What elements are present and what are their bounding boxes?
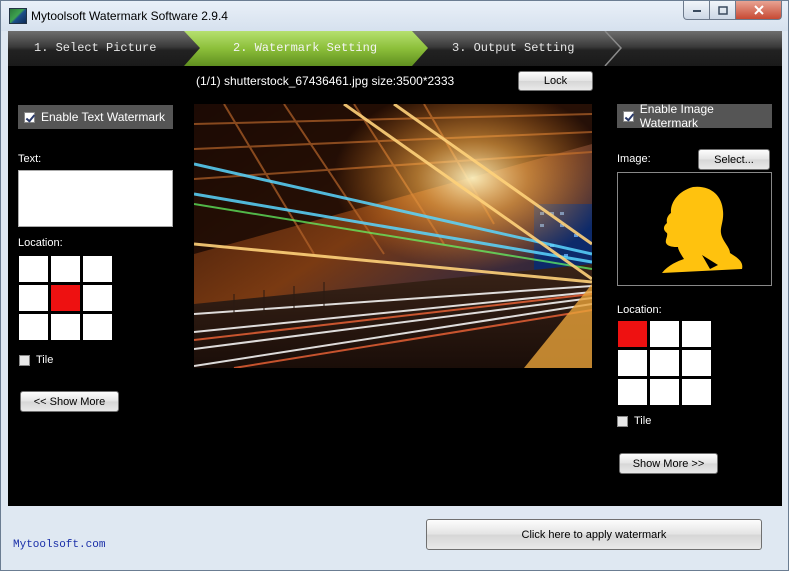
step-separator-icon (604, 31, 623, 66)
text-location-cell-6[interactable] (19, 314, 48, 340)
text-location-cell-8[interactable] (83, 314, 112, 340)
text-location-cell-2[interactable] (83, 256, 112, 282)
enable-text-watermark-checkbox[interactable]: Enable Text Watermark (18, 105, 173, 129)
step-bar: 1. Select Picture 2. Watermark Setting 3… (8, 31, 782, 66)
image-location-cell-4[interactable] (650, 350, 679, 376)
text-label: Text: (18, 153, 42, 165)
close-icon (753, 5, 764, 15)
select-image-button[interactable]: Select... (698, 149, 770, 170)
image-location-cell-8[interactable] (682, 379, 711, 405)
window-controls (683, 1, 782, 21)
window-title: Mytoolsoft Watermark Software 2.9.4 (31, 9, 228, 23)
watermark-text-input[interactable] (18, 170, 173, 227)
enable-image-watermark-label: Enable Image Watermark (639, 102, 714, 130)
step-watermark-setting[interactable]: 2. Watermark Setting (233, 31, 377, 66)
app-logo-icon (9, 8, 27, 24)
text-tile-checkbox[interactable]: Tile (19, 354, 53, 366)
enable-text-watermark-label: Enable Text Watermark (41, 110, 166, 124)
checkbox-check-icon (623, 110, 634, 122)
checkbox-icon (617, 415, 628, 427)
image-show-more-button[interactable]: Show More >> (619, 453, 718, 474)
text-show-more-button[interactable]: << Show More (20, 391, 119, 412)
text-location-cell-7[interactable] (51, 314, 80, 340)
image-location-label: Location: (617, 304, 662, 316)
enable-image-watermark-checkbox[interactable]: Enable Image Watermark (617, 102, 772, 130)
city-light-trails-photo (194, 104, 592, 368)
minimize-icon (692, 10, 701, 12)
text-location-label: Location: (18, 237, 63, 249)
image-location-cell-7[interactable] (650, 379, 679, 405)
image-location-cell-0[interactable] (618, 321, 647, 347)
text-location-cell-5[interactable] (83, 285, 112, 311)
file-info-bar: (1/1) shutterstock_67436461.jpg size:350… (8, 66, 782, 96)
text-location-grid (19, 256, 112, 340)
bottom-bar: Mytoolsoft.com Click here to apply water… (8, 506, 782, 567)
watermark-image-preview (617, 172, 772, 286)
minimize-button[interactable] (683, 1, 710, 20)
maximize-button[interactable] (710, 1, 736, 20)
apply-watermark-button[interactable]: Click here to apply watermark (426, 519, 762, 550)
image-location-cell-2[interactable] (682, 321, 711, 347)
text-tile-label: Tile (36, 354, 54, 366)
image-location-cell-1[interactable] (650, 321, 679, 347)
image-location-cell-3[interactable] (618, 350, 647, 376)
close-button[interactable] (736, 1, 782, 20)
app-window: Mytoolsoft Watermark Software 2.9.4 1. S… (0, 0, 789, 571)
step-select-picture[interactable]: 1. Select Picture (34, 31, 156, 66)
text-location-cell-4[interactable] (51, 285, 80, 311)
step-output-setting[interactable]: 3. Output Setting (452, 31, 574, 66)
image-location-cell-6[interactable] (618, 379, 647, 405)
image-location-grid (618, 321, 711, 405)
image-location-cell-5[interactable] (682, 350, 711, 376)
image-tile-checkbox[interactable]: Tile (617, 415, 651, 427)
silhouette-logo-icon (662, 186, 743, 273)
maximize-icon (717, 5, 728, 15)
text-location-cell-3[interactable] (19, 285, 48, 311)
title-bar: Mytoolsoft Watermark Software 2.9.4 (1, 1, 788, 31)
website-link[interactable]: Mytoolsoft.com (13, 539, 105, 551)
preview-image (194, 104, 592, 368)
main-panel: 1. Select Picture 2. Watermark Setting 3… (8, 31, 782, 567)
image-tile-label: Tile (634, 415, 652, 427)
file-info-text: (1/1) shutterstock_67436461.jpg size:350… (196, 74, 455, 88)
text-location-cell-0[interactable] (19, 256, 48, 282)
text-location-cell-1[interactable] (51, 256, 80, 282)
image-label: Image: (617, 153, 651, 165)
lock-button[interactable]: Lock (518, 71, 593, 91)
checkbox-check-icon (24, 111, 35, 123)
checkbox-icon (19, 354, 30, 366)
